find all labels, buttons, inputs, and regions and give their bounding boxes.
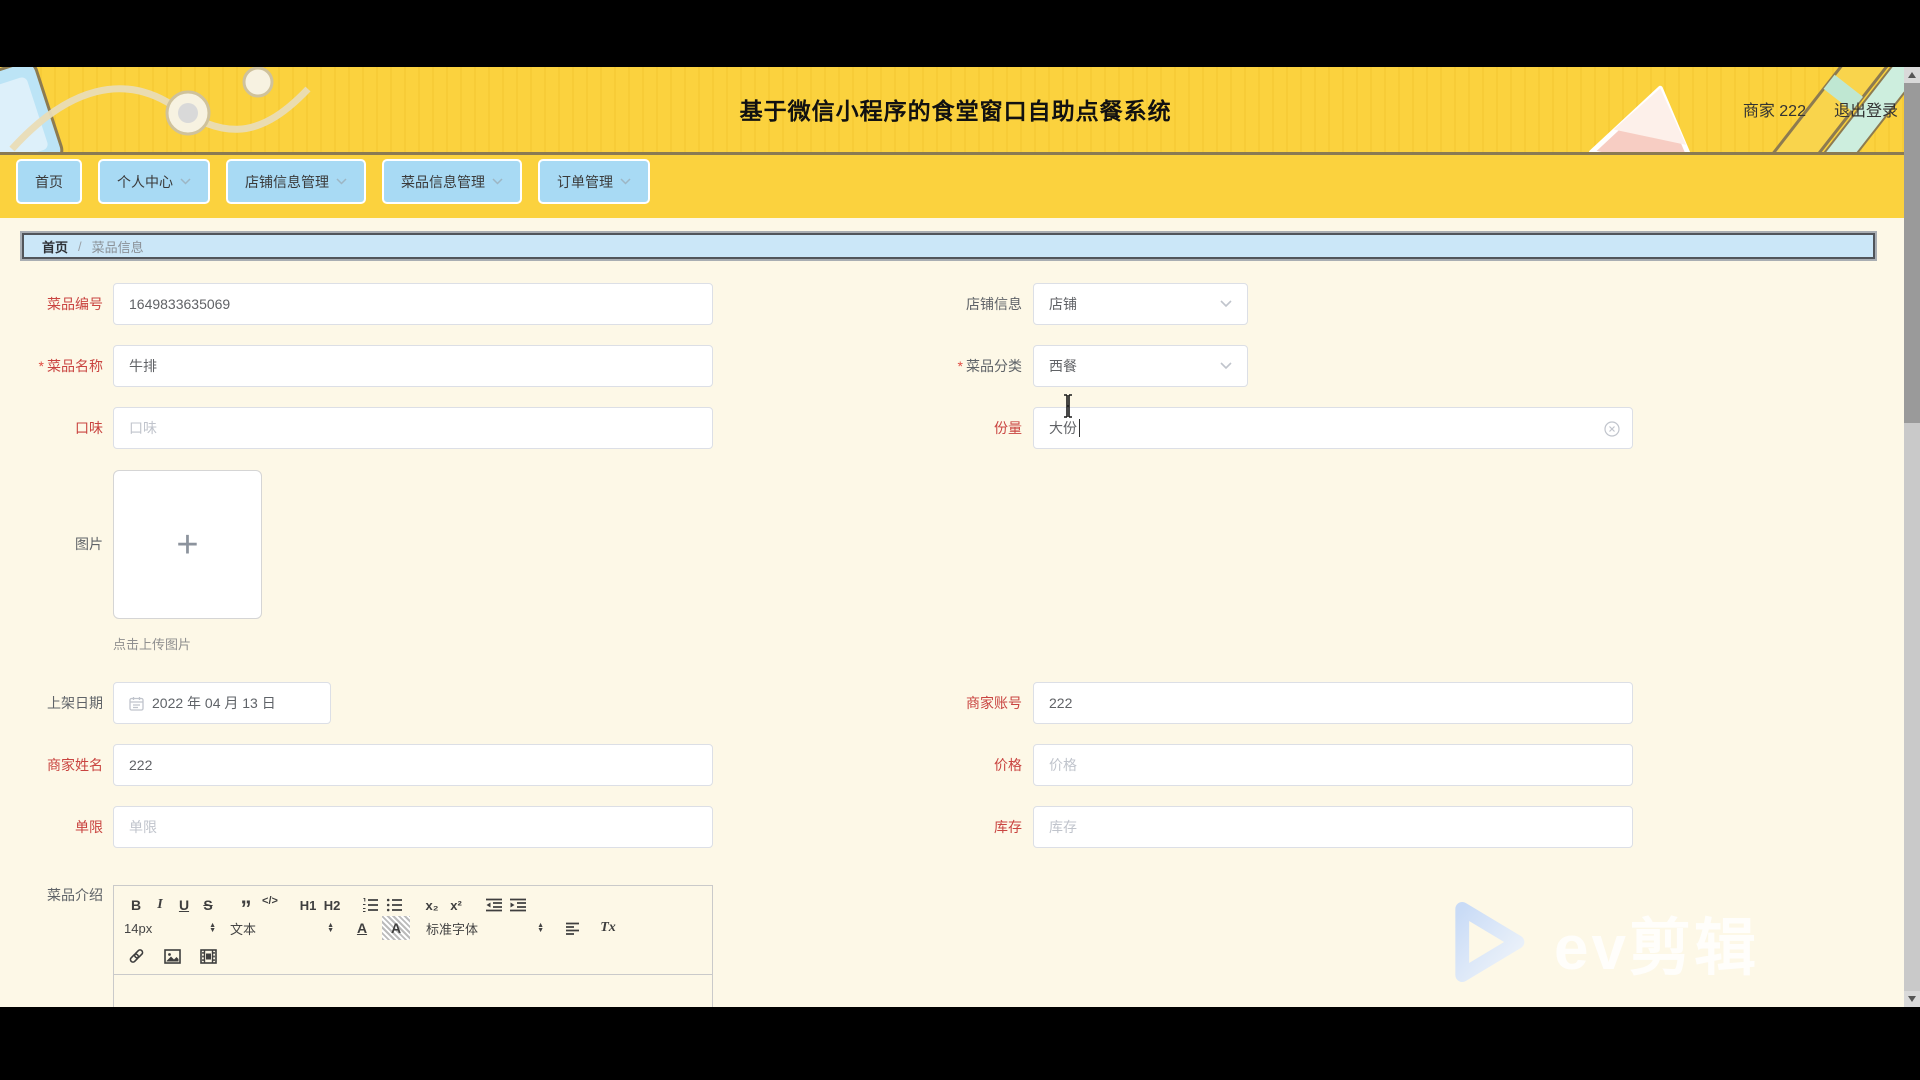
dish-intro-label: 菜品介绍 <box>47 874 103 916</box>
scrollbar-thumb[interactable] <box>1904 83 1920 423</box>
portion-input[interactable]: 大份 <box>1033 407 1633 449</box>
play-logo-icon <box>1442 896 1534 988</box>
bold-button[interactable]: B <box>124 893 148 917</box>
clean-format-button[interactable]: Tx <box>596 916 620 940</box>
video-watermark: ev剪辑 <box>1442 896 1759 988</box>
editor-content-area[interactable] <box>114 975 712 1007</box>
chevron-down-icon <box>1220 362 1232 370</box>
dish-number-label: 菜品编号 <box>47 283 103 325</box>
merchant-account-input[interactable] <box>1033 682 1633 724</box>
sandwich-doodle <box>1591 77 1713 152</box>
main-content: 首页 / 菜品信息 菜品编号 店铺信息 店铺 *菜品名称 *菜品分类 西餐 口味… <box>0 218 1920 1007</box>
scroll-up-button[interactable] <box>1904 67 1920 83</box>
price-label: 价格 <box>994 744 1022 786</box>
plus-icon: + <box>176 526 198 564</box>
app-header: 基于微信小程序的食堂窗口自助点餐系统 商家 222 退出登录 <box>0 67 1920 155</box>
ordered-list-icon[interactable] <box>358 893 382 917</box>
breadcrumb-current: 菜品信息 <box>92 237 144 256</box>
video-icon[interactable] <box>196 944 220 968</box>
updown-arrows-icon: ▲▼ <box>209 923 216 933</box>
indent-icon[interactable] <box>506 893 530 917</box>
scroll-down-button[interactable] <box>1904 991 1920 1007</box>
subscript-button[interactable]: x₂ <box>420 893 444 917</box>
superscript-button[interactable]: x² <box>444 893 468 917</box>
arrow-down-icon <box>1908 996 1916 1002</box>
text-caret <box>1079 419 1080 437</box>
watermark-text: ev剪辑 <box>1554 897 1759 987</box>
main-nav: 首页 个人中心 店铺信息管理 菜品信息管理 订单管理 <box>0 155 1920 218</box>
align-icon[interactable] <box>560 916 584 940</box>
text-style-select[interactable]: 文本 ▲▼ <box>230 919 334 938</box>
earbud-doodle-2 <box>244 68 272 96</box>
dish-category-select[interactable]: 西餐 <box>1033 345 1248 387</box>
app-window: 基于微信小程序的食堂窗口自助点餐系统 商家 222 退出登录 首页 个人中心 店… <box>0 0 1920 1080</box>
underline-button[interactable]: U <box>172 893 196 917</box>
header1-button[interactable]: H1 <box>296 893 320 917</box>
nav-tab-personal-center[interactable]: 个人中心 <box>98 159 210 204</box>
logout-link[interactable]: 退出登录 <box>1834 97 1898 121</box>
nav-tab-home[interactable]: 首页 <box>16 159 82 204</box>
shelf-date-picker[interactable]: 2022 年 04 月 13 日 <box>113 682 331 724</box>
upload-hint: 点击上传图片 <box>113 634 191 653</box>
breadcrumb-home-link[interactable]: 首页 <box>42 237 68 256</box>
image-icon[interactable] <box>160 944 184 968</box>
portion-label: 份量 <box>994 407 1022 449</box>
dish-name-input[interactable] <box>113 345 713 387</box>
arrow-up-icon <box>1908 72 1916 78</box>
flavor-label: 口味 <box>75 407 103 449</box>
merchant-name-label: 商家姓名 <box>47 744 103 786</box>
shelf-date-label: 上架日期 <box>47 682 103 724</box>
font-size-select[interactable]: 14px ▲▼ <box>124 921 216 936</box>
italic-button[interactable]: I <box>148 893 172 917</box>
chevron-down-icon <box>1220 300 1232 308</box>
nav-tab-shop-info-mgmt[interactable]: 店铺信息管理 <box>226 159 366 204</box>
limit-input[interactable] <box>113 806 713 848</box>
merchant-name-input[interactable] <box>113 744 713 786</box>
font-family-select[interactable]: 标准字体 ▲▼ <box>426 919 544 938</box>
chevron-down-icon <box>336 178 347 185</box>
header2-button[interactable]: H2 <box>320 893 344 917</box>
merchant-account-label: 商家 222 <box>1743 97 1806 121</box>
i-beam-cursor <box>1062 394 1074 418</box>
breadcrumb: 首页 / 菜品信息 <box>22 233 1875 259</box>
merchant-account-field-label: 商家账号 <box>966 682 1022 724</box>
flavor-input[interactable] <box>113 407 713 449</box>
chevron-down-icon <box>180 178 191 185</box>
link-icon[interactable] <box>124 944 148 968</box>
page-title: 基于微信小程序的食堂窗口自助点餐系统 <box>740 92 1172 126</box>
required-asterisk: * <box>39 358 44 374</box>
limit-label: 单限 <box>75 806 103 848</box>
bullet-list-icon[interactable] <box>382 893 406 917</box>
shop-info-label: 店铺信息 <box>966 283 1022 325</box>
required-asterisk: * <box>958 358 963 374</box>
letterbox-bottom <box>0 1007 1920 1080</box>
chevron-down-icon <box>620 178 631 185</box>
nav-tab-order-mgmt[interactable]: 订单管理 <box>538 159 650 204</box>
rich-text-editor: B I U S ” </> H1 H2 <box>113 885 713 1007</box>
image-upload-box[interactable]: + <box>113 470 262 619</box>
background-color-button[interactable]: A <box>382 916 410 940</box>
outdent-icon[interactable] <box>482 893 506 917</box>
stock-label: 库存 <box>994 806 1022 848</box>
nav-tab-dish-info-mgmt[interactable]: 菜品信息管理 <box>382 159 522 204</box>
updown-arrows-icon: ▲▼ <box>537 923 544 933</box>
dish-name-label: *菜品名称 <box>39 345 103 387</box>
price-input[interactable] <box>1033 744 1633 786</box>
strikethrough-button[interactable]: S <box>196 893 220 917</box>
updown-arrows-icon: ▲▼ <box>327 923 334 933</box>
stock-input[interactable] <box>1033 806 1633 848</box>
text-color-button[interactable]: A <box>350 916 374 940</box>
code-block-button[interactable]: </> <box>258 889 282 913</box>
dish-category-label: *菜品分类 <box>958 345 1022 387</box>
image-label: 图片 <box>75 523 103 565</box>
vertical-scrollbar[interactable] <box>1904 67 1920 1007</box>
letterbox-top <box>0 0 1920 67</box>
clear-icon[interactable] <box>1604 421 1620 437</box>
chevron-down-icon <box>492 178 503 185</box>
breadcrumb-separator: / <box>78 239 82 254</box>
shop-info-select[interactable]: 店铺 <box>1033 283 1248 325</box>
editor-toolbar: B I U S ” </> H1 H2 <box>114 886 712 975</box>
calendar-icon <box>129 696 144 711</box>
dish-number-input[interactable] <box>113 283 713 325</box>
